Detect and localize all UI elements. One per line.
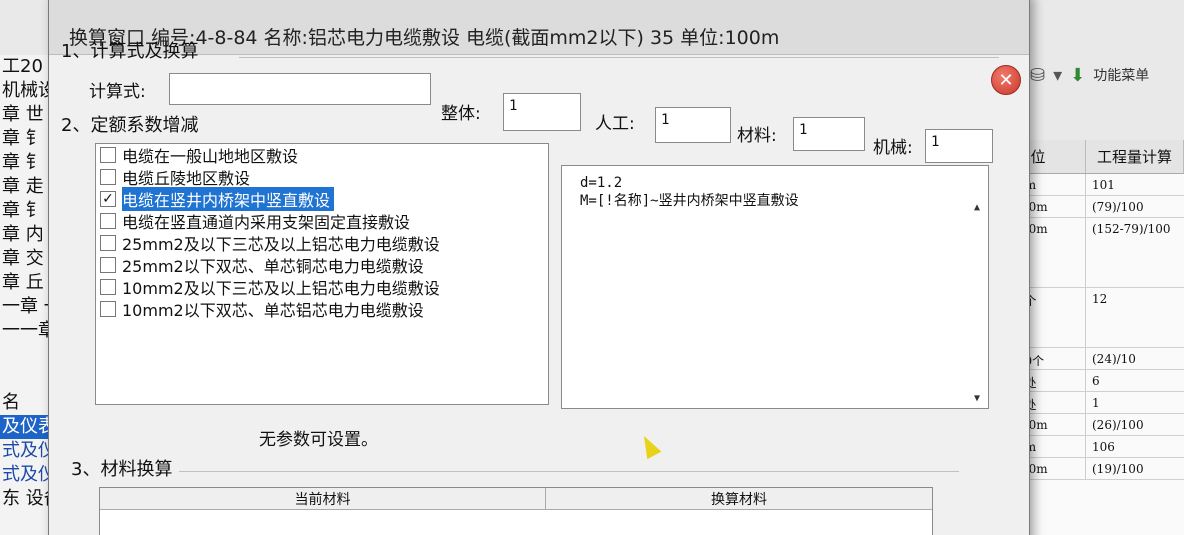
checkbox[interactable] — [100, 257, 116, 273]
checkbox[interactable] — [100, 213, 116, 229]
no-parameter-message: 无参数可设置。 — [259, 430, 378, 450]
option-item[interactable]: 电缆在一般山地地区敷设 — [96, 144, 548, 166]
grid-cell-qty[interactable]: (152-79)/100 — [1086, 218, 1184, 287]
formula-label: 计算式: — [89, 82, 146, 102]
formula-line: M=[!名称]~竖井内桥架中竖直敷设 — [580, 193, 799, 209]
option-label: 电缆在竖直通道内采用支架固定直接敷设 — [122, 213, 411, 232]
scroll-down-icon[interactable]: ▼ — [974, 393, 980, 404]
section-calc-title: 1、计算式及换算 — [61, 41, 199, 62]
machine-label: 机械: — [873, 138, 913, 158]
option-item[interactable]: 10mm2以下双芯、单芯铝芯电力电缆敷设 — [96, 298, 548, 320]
formula-preview-box[interactable]: d=1.2 M=[!名称]~竖井内桥架中竖直敷设 ▲ ▼ — [561, 165, 989, 409]
option-label: 10mm2及以下三芯及以上铝芯电力电缆敷设 — [122, 279, 440, 298]
option-label: 电缆在竖井内桥架中竖直敷设 — [122, 187, 335, 211]
whole-coeff-input[interactable]: 1 — [503, 93, 581, 131]
checkbox[interactable] — [100, 279, 116, 295]
option-item[interactable]: 10mm2及以下三芯及以上铝芯电力电缆敷设 — [96, 276, 548, 298]
option-label: 电缆丘陵地区敷设 — [122, 169, 251, 188]
checkbox[interactable] — [100, 147, 116, 163]
scroll-up-icon[interactable]: ▲ — [974, 202, 980, 213]
down-arrow-icon: ⬇ — [1070, 64, 1086, 86]
material-table[interactable]: 当前材料 换算材料 — [99, 487, 933, 535]
grid-cell-qty[interactable]: 12 — [1086, 288, 1184, 347]
conversion-dialog: 换算窗口 编号:4-8-84 名称:铝芯电力电缆敷设 电缆(截面mm2以下) 3… — [48, 0, 1030, 535]
grid-cell-qty[interactable]: (79)/100 — [1086, 196, 1184, 217]
option-item[interactable]: 电缆丘陵地区敷设 — [96, 166, 548, 188]
dropdown-arrow-icon[interactable]: ▾ — [1053, 65, 1062, 86]
material-coeff-input[interactable]: 1 — [793, 117, 865, 151]
paint-bucket-icon[interactable]: ⛁ — [1030, 65, 1045, 86]
option-item-selected[interactable]: ✓ 电缆在竖井内桥架中竖直敷设 — [96, 187, 548, 211]
col-current-material: 当前材料 — [100, 488, 546, 509]
grid-cell-qty[interactable]: 101 — [1086, 174, 1184, 195]
grid-cell-qty[interactable]: 1 — [1086, 392, 1184, 413]
machine-coeff-input[interactable]: 1 — [925, 129, 993, 163]
function-menu-button[interactable]: 功能菜单 — [1093, 65, 1149, 85]
grid-cell-qty[interactable]: 106 — [1086, 436, 1184, 457]
section-divider — [239, 57, 999, 58]
option-label: 25mm2以下双芯、单芯铜芯电力电缆敷设 — [122, 257, 424, 276]
checkbox[interactable] — [100, 169, 116, 185]
checkbox[interactable] — [100, 301, 116, 317]
grid-cell-qty[interactable]: 6 — [1086, 370, 1184, 391]
background-toolbar: ⛁ ▾ ⬇ 功能菜单 — [1010, 55, 1184, 95]
formula-line: d=1.2 — [580, 175, 623, 191]
option-label: 10mm2以下双芯、单芯铝芯电力电缆敷设 — [122, 301, 424, 320]
grid-cell-qty[interactable]: (19)/100 — [1086, 458, 1184, 479]
material-table-header: 当前材料 换算材料 — [100, 488, 932, 510]
formula-input[interactable] — [169, 73, 431, 105]
grid-cell-qty[interactable]: (24)/10 — [1086, 348, 1184, 369]
grid-header-qty: 工程量计算 — [1086, 140, 1184, 173]
close-button[interactable]: ✕ — [991, 65, 1021, 95]
option-item[interactable]: 25mm2及以下三芯及以上铝芯电力电缆敷设 — [96, 232, 548, 254]
option-label: 电缆在一般山地地区敷设 — [122, 147, 299, 166]
col-replace-material: 换算材料 — [711, 491, 767, 508]
checkbox[interactable] — [100, 235, 116, 251]
labor-label: 人工: — [595, 114, 635, 134]
section-divider — [179, 471, 959, 472]
coefficient-options-list[interactable]: 电缆在一般山地地区敷设 电缆丘陵地区敷设 ✓ 电缆在竖井内桥架中竖直敷设 电缆在… — [95, 143, 549, 405]
checkbox-checked[interactable]: ✓ — [100, 191, 116, 207]
whole-label: 整体: — [441, 104, 481, 124]
labor-coeff-input[interactable]: 1 — [655, 107, 731, 143]
material-label: 材料: — [737, 126, 777, 146]
section-coeff-title: 2、定额系数增减 — [61, 115, 199, 136]
section-material-title: 3、材料换算 — [71, 459, 173, 480]
option-label: 25mm2及以下三芯及以上铝芯电力电缆敷设 — [122, 235, 440, 254]
option-item[interactable]: 电缆在竖直通道内采用支架固定直接敷设 — [96, 210, 548, 232]
option-item[interactable]: 25mm2以下双芯、单芯铜芯电力电缆敷设 — [96, 254, 548, 276]
grid-cell-qty[interactable]: (26)/100 — [1086, 414, 1184, 435]
